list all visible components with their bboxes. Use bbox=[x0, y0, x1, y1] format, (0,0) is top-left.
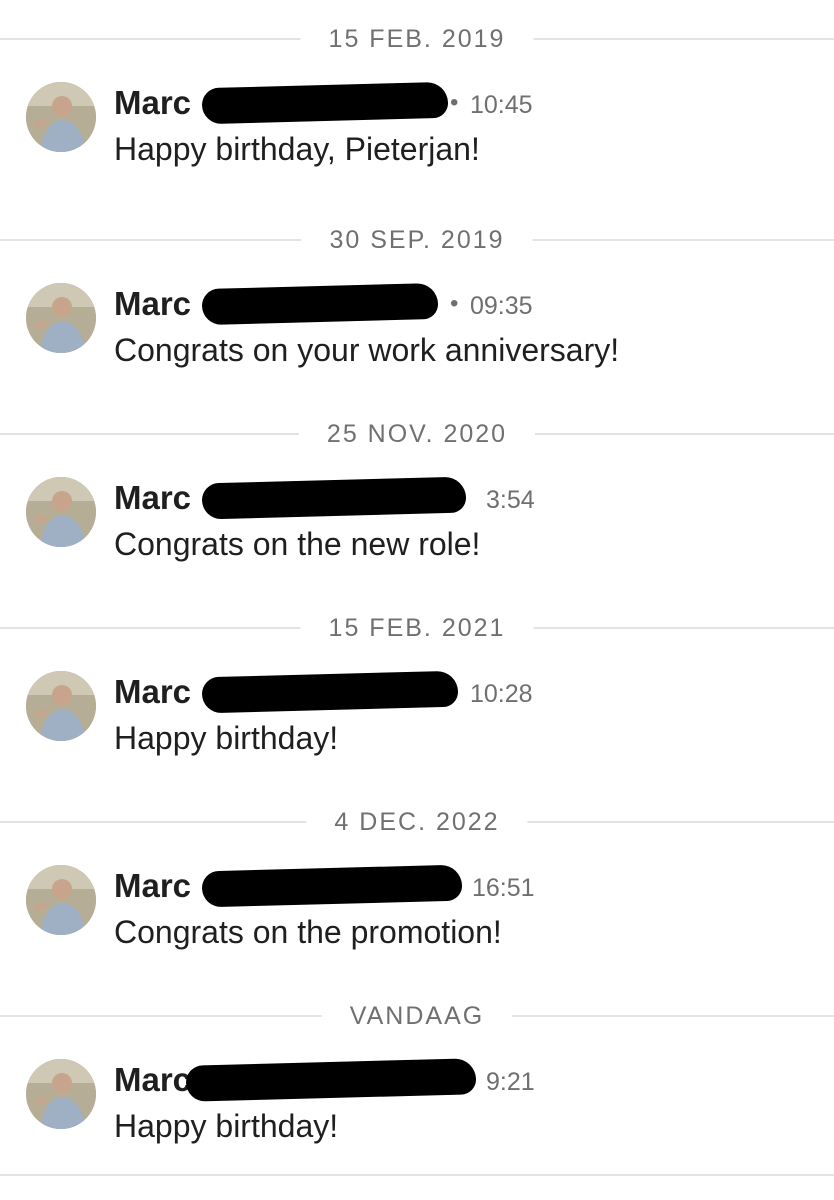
message-time: 10:45 bbox=[470, 91, 533, 119]
message-time: 16:51 bbox=[472, 874, 535, 902]
sender-avatar[interactable] bbox=[26, 865, 96, 935]
message-group: VANDAAG Marc 9:21 Happy birthday! bbox=[0, 977, 834, 1171]
message-text: Congrats on the new role! bbox=[114, 526, 481, 562]
date-label: 25 NOV. 2020 bbox=[298, 419, 536, 449]
avatar-photo-icon bbox=[26, 477, 96, 547]
message-text: Happy birthday! bbox=[114, 720, 339, 756]
bullet-dot-icon: • bbox=[450, 290, 459, 317]
message-time: 10:28 bbox=[470, 680, 533, 708]
message-header: Marc 10:28 bbox=[114, 670, 674, 714]
date-label: 4 DEC. 2022 bbox=[306, 807, 528, 837]
message-header: Marc • 09:35 bbox=[114, 282, 674, 326]
redaction-mark bbox=[185, 1058, 477, 1102]
redaction-mark bbox=[201, 864, 463, 908]
avatar-photo-icon bbox=[26, 283, 96, 353]
message-time: 3:54 bbox=[486, 486, 535, 514]
sender-name[interactable]: Marc bbox=[114, 82, 191, 124]
message-header: Marc 16:51 bbox=[114, 864, 674, 908]
sender-name[interactable]: Marc bbox=[114, 1059, 191, 1101]
message-group: 25 NOV. 2020 Marc 3:54 Congrats on the n… bbox=[0, 395, 834, 589]
message-text: Congrats on your work anniversary! bbox=[114, 332, 620, 368]
sender-avatar[interactable] bbox=[26, 1059, 96, 1129]
sender-name[interactable]: Marc bbox=[114, 865, 191, 907]
sender-name[interactable]: Marc bbox=[114, 283, 191, 325]
message-group: 15 FEB. 2021 Marc 10:28 Happy birthday! bbox=[0, 589, 834, 783]
message-time: 09:35 bbox=[470, 292, 533, 320]
date-label: 15 FEB. 2021 bbox=[300, 613, 534, 643]
avatar-photo-icon bbox=[26, 671, 96, 741]
sender-name[interactable]: Marc bbox=[114, 477, 191, 519]
message-time: 9:21 bbox=[486, 1068, 535, 1096]
date-label: 30 SEP. 2019 bbox=[301, 225, 533, 255]
message-group: 15 FEB. 2019 Marc • 10:45 Happy birthday… bbox=[0, 0, 834, 194]
message-text: Congrats on the promotion! bbox=[114, 914, 502, 950]
redaction-mark bbox=[201, 476, 467, 520]
message-feed: 15 FEB. 2019 Marc • 10:45 Happy birthday… bbox=[0, 0, 834, 1200]
date-label: 15 FEB. 2019 bbox=[300, 24, 534, 54]
sender-avatar[interactable] bbox=[26, 477, 96, 547]
message-text: Happy birthday, Pieterjan! bbox=[114, 131, 480, 167]
bullet-dot-icon: • bbox=[450, 89, 459, 116]
sender-avatar[interactable] bbox=[26, 82, 96, 152]
message-header: Marc 9:21 bbox=[114, 1058, 674, 1102]
avatar-photo-icon bbox=[26, 82, 96, 152]
date-label: VANDAAG bbox=[321, 1001, 513, 1031]
message-header: Marc • 10:45 bbox=[114, 81, 674, 125]
avatar-photo-icon bbox=[26, 865, 96, 935]
redaction-mark bbox=[201, 282, 439, 326]
message-header: Marc 3:54 bbox=[114, 476, 674, 520]
sender-avatar[interactable] bbox=[26, 283, 96, 353]
message-text: Happy birthday! bbox=[114, 1108, 339, 1144]
message-group: 30 SEP. 2019 Marc • 09:35 Congrats on yo… bbox=[0, 201, 834, 395]
message-group: 4 DEC. 2022 Marc 16:51 Congrats on the p… bbox=[0, 783, 834, 977]
bottom-divider bbox=[0, 1174, 834, 1176]
sender-avatar[interactable] bbox=[26, 671, 96, 741]
redaction-mark bbox=[201, 670, 459, 714]
avatar-photo-icon bbox=[26, 1059, 96, 1129]
sender-name[interactable]: Marc bbox=[114, 671, 191, 713]
redaction-mark bbox=[201, 81, 449, 125]
